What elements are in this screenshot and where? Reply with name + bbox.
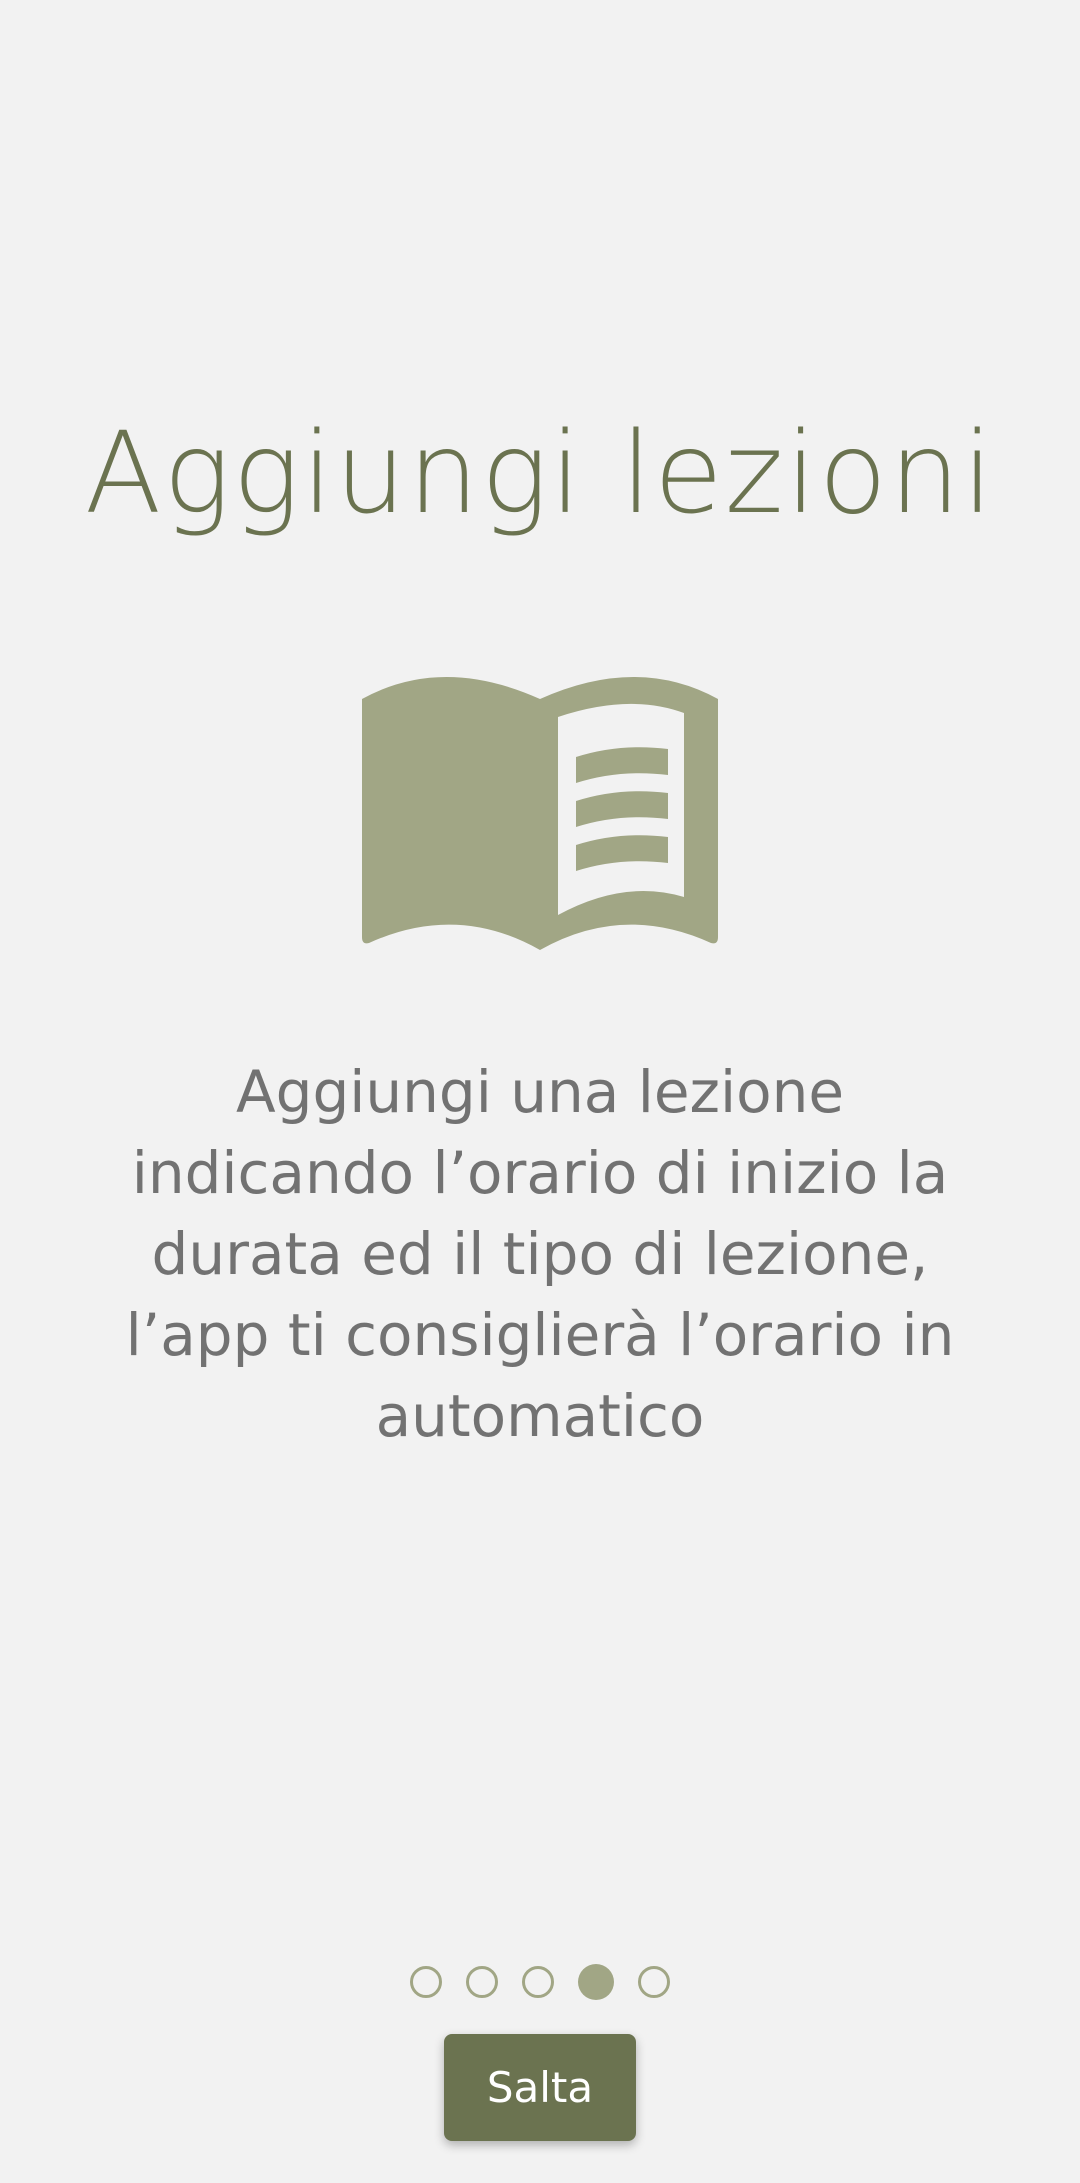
page-dot-2[interactable] bbox=[466, 1966, 498, 1998]
description-text: Aggiungi una lezione indicando l’orario … bbox=[125, 1058, 955, 1450]
page-dot-1[interactable] bbox=[410, 1966, 442, 1998]
skip-button[interactable]: Salta bbox=[444, 2034, 636, 2141]
page-title: Aggiungi lezioni bbox=[84, 409, 996, 539]
page-dot-4-active[interactable] bbox=[578, 1964, 614, 2000]
page-dot-5[interactable] bbox=[638, 1966, 670, 1998]
page-dot-3[interactable] bbox=[522, 1966, 554, 1998]
open-book-icon bbox=[362, 677, 718, 950]
page-indicator bbox=[0, 1964, 1080, 2000]
